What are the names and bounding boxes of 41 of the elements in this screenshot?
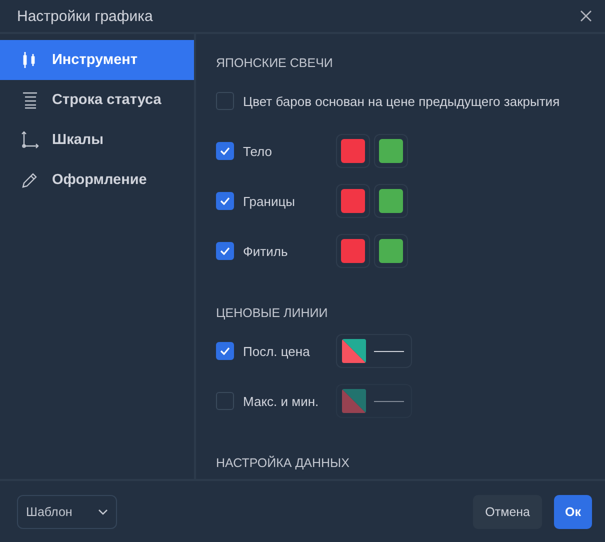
color-swatch[interactable] bbox=[336, 234, 370, 268]
color-swatch[interactable] bbox=[374, 234, 408, 268]
chevron-down-icon bbox=[98, 508, 108, 514]
option-label: Тело bbox=[243, 144, 272, 158]
color-sample-icon bbox=[342, 389, 366, 413]
option-label: Макс. и мин. bbox=[243, 394, 319, 408]
line-style-picker[interactable] bbox=[336, 384, 412, 418]
option-label: Цвет баров основан на цене предыдущего закрытия bbox=[243, 94, 560, 108]
checkbox[interactable] bbox=[216, 92, 234, 110]
color-swatch[interactable] bbox=[336, 134, 370, 168]
sidebar-item[interactable]: Инструмент bbox=[0, 40, 194, 80]
sidebar-item[interactable]: Шкалы bbox=[0, 120, 194, 160]
section-heading: ЯПОНСКИЕ СВЕЧИ bbox=[216, 56, 333, 70]
checkbox[interactable] bbox=[216, 342, 234, 360]
section-heading: ЦЕНОВЫЕ ЛИНИИ bbox=[216, 306, 328, 320]
cancel-button[interactable]: Отмена bbox=[473, 494, 542, 528]
color-swatch[interactable] bbox=[374, 184, 408, 218]
color-sample-icon bbox=[342, 339, 366, 363]
window-title: Настройки графика bbox=[17, 8, 153, 24]
axes-icon bbox=[20, 130, 40, 150]
checkmark-icon bbox=[220, 147, 230, 155]
checkmark-icon bbox=[220, 247, 230, 255]
checkmark-icon bbox=[220, 347, 230, 355]
line-style-picker[interactable] bbox=[336, 334, 412, 368]
sidebar-item[interactable]: Строка статуса bbox=[0, 80, 194, 120]
section-heading: НАСТРОЙКА ДАННЫХ bbox=[216, 456, 350, 470]
template-dropdown[interactable]: Шаблон bbox=[17, 494, 117, 528]
option-label: Границы bbox=[243, 194, 295, 208]
checkbox[interactable] bbox=[216, 192, 234, 210]
close-icon[interactable] bbox=[579, 9, 593, 23]
option-label: Посл. цена bbox=[243, 344, 310, 358]
color-swatch[interactable] bbox=[336, 184, 370, 218]
ok-button[interactable]: Ок bbox=[554, 494, 592, 528]
option-label: Фитиль bbox=[243, 244, 288, 258]
lines-icon bbox=[20, 90, 40, 110]
color-swatch[interactable] bbox=[374, 134, 408, 168]
checkbox[interactable] bbox=[216, 392, 234, 410]
checkmark-icon bbox=[220, 197, 230, 205]
checkbox[interactable] bbox=[216, 242, 234, 260]
sidebar-item[interactable]: Оформление bbox=[0, 160, 194, 200]
checkbox[interactable] bbox=[216, 142, 234, 160]
